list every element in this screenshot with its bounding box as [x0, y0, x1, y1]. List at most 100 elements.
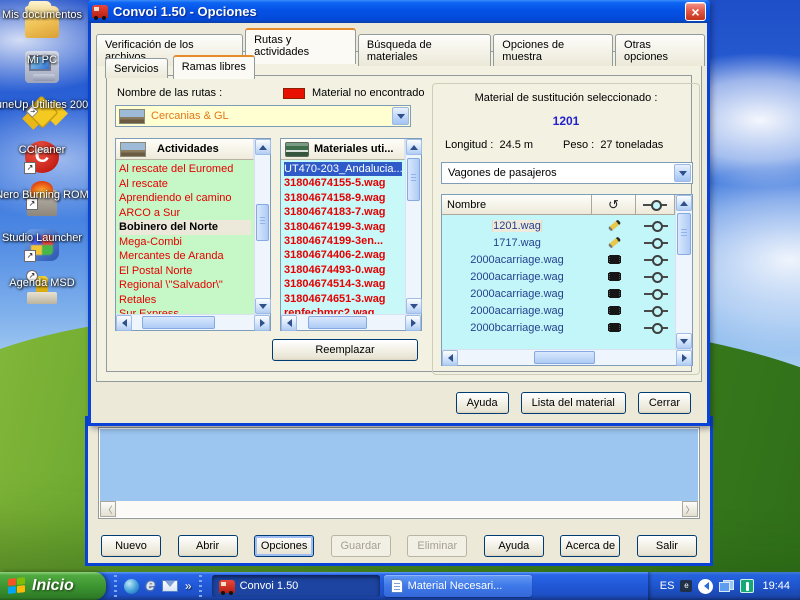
- material-item[interactable]: UT470-203_Andalucia...: [284, 162, 402, 176]
- main-window-button[interactable]: Ayuda: [484, 535, 544, 557]
- desktop-icon[interactable]: TuneUp Utilities 2007: [2, 96, 82, 128]
- activity-item[interactable]: Aprendiendo el camino: [119, 191, 251, 206]
- scroll-up-icon[interactable]: [676, 195, 692, 211]
- material-item[interactable]: 31804674183-7.wag: [284, 205, 402, 219]
- sub-tab[interactable]: Ramas libres: [173, 55, 255, 79]
- material-item[interactable]: 31804674651-3.wag: [284, 292, 402, 306]
- scroll-thumb[interactable]: [142, 316, 215, 329]
- activity-item[interactable]: Mega-Combi: [119, 235, 251, 250]
- activity-item[interactable]: Al rescate: [119, 177, 251, 192]
- hide-icons-chevron[interactable]: [698, 579, 713, 594]
- activity-item[interactable]: Regional \"Salvador\": [119, 278, 251, 293]
- network-icon[interactable]: [719, 580, 734, 592]
- activities-vscrollbar[interactable]: [254, 139, 270, 314]
- scroll-thumb[interactable]: [407, 158, 420, 201]
- material-item[interactable]: 31804674199-3.wag: [284, 220, 402, 234]
- main-window-button[interactable]: Eliminar: [407, 535, 467, 557]
- substitution-row[interactable]: 2000acarriage.wag: [442, 251, 675, 268]
- scroll-down-icon[interactable]: [676, 333, 692, 349]
- material-item[interactable]: 31804674514-3.wag: [284, 277, 402, 291]
- dialog-button[interactable]: Lista del material: [521, 392, 626, 414]
- scroll-thumb[interactable]: [534, 351, 595, 364]
- scroll-up-icon[interactable]: [406, 139, 422, 155]
- chevron-down-icon[interactable]: [674, 164, 691, 182]
- desktop-icon[interactable]: Agenda MSD: [2, 274, 82, 304]
- desktop-icon[interactable]: Nero Burning ROM: [2, 186, 82, 216]
- material-item[interactable]: 31804674493-0.wag: [284, 263, 402, 277]
- tab[interactable]: Opciones de muestra: [493, 34, 613, 66]
- scroll-left-icon[interactable]: [281, 315, 297, 331]
- main-window-button[interactable]: Abrir: [178, 535, 238, 557]
- tab[interactable]: Rutas y actividades: [245, 28, 356, 64]
- route-select[interactable]: Cercanias & GL: [115, 105, 411, 127]
- activity-item[interactable]: ARCO a Sur: [119, 206, 251, 221]
- main-window-button[interactable]: Salir: [637, 535, 697, 557]
- sub-tab[interactable]: Servicios: [105, 58, 168, 78]
- main-window-hscrollbar[interactable]: 〈 〉: [100, 501, 698, 517]
- scroll-right-icon[interactable]: [254, 315, 270, 331]
- tray-app-icon[interactable]: e: [680, 580, 692, 592]
- activity-item[interactable]: El Postal Norte: [119, 264, 251, 279]
- substitution-vscrollbar[interactable]: [675, 195, 692, 349]
- close-button[interactable]: ×: [685, 2, 706, 21]
- activity-item[interactable]: Retales: [119, 293, 251, 308]
- chevron-down-icon[interactable]: [392, 107, 409, 125]
- scroll-thumb[interactable]: [256, 204, 269, 241]
- outlook-express-icon[interactable]: [162, 580, 178, 592]
- substitution-row[interactable]: 1717.wag: [442, 234, 675, 251]
- materials-header[interactable]: Materiales uti...: [281, 139, 405, 160]
- activity-item[interactable]: Bobinero del Norte: [119, 220, 251, 235]
- activity-item[interactable]: Sur Express: [119, 307, 251, 314]
- start-button[interactable]: Inicio: [0, 572, 106, 600]
- dialog-button[interactable]: Cerrar: [638, 392, 691, 414]
- substitution-row[interactable]: 2000acarriage.wag: [442, 285, 675, 302]
- replace-button[interactable]: Reemplazar: [272, 339, 418, 361]
- column-direction[interactable]: ↺: [592, 195, 636, 215]
- messenger-icon[interactable]: [124, 579, 139, 594]
- materials-vscrollbar[interactable]: [405, 139, 421, 314]
- activities-header[interactable]: Actividades: [116, 139, 254, 160]
- codec-tray-icon[interactable]: [740, 579, 754, 593]
- scroll-right-icon[interactable]: [405, 315, 421, 331]
- substitution-row[interactable]: 2000acarriage.wag: [442, 268, 675, 285]
- desktop-icon[interactable]: Mis documentos: [2, 6, 82, 38]
- dialog-button[interactable]: Ayuda: [456, 392, 509, 414]
- dialog-titlebar[interactable]: Convoi 1.50 - Opciones ×: [88, 0, 710, 23]
- activity-item[interactable]: Mercantes de Aranda: [119, 249, 251, 264]
- material-item[interactable]: 31804674158-9.wag: [284, 191, 402, 205]
- language-indicator[interactable]: ES: [660, 580, 675, 592]
- scroll-thumb[interactable]: [677, 213, 691, 254]
- scroll-left-icon[interactable]: [442, 350, 458, 366]
- main-window-button[interactable]: Guardar: [331, 535, 391, 557]
- scroll-left-icon[interactable]: 〈: [100, 501, 116, 517]
- material-item[interactable]: 31804674406-2.wag: [284, 248, 402, 262]
- main-window-button[interactable]: Acerca de: [560, 535, 620, 557]
- scroll-thumb[interactable]: [308, 316, 367, 329]
- main-window-button[interactable]: Nuevo: [101, 535, 161, 557]
- substitution-hscrollbar[interactable]: [442, 349, 692, 365]
- scroll-up-icon[interactable]: [255, 139, 271, 155]
- substitution-row[interactable]: 2000acarriage.wag: [442, 302, 675, 319]
- scroll-right-icon[interactable]: [676, 350, 692, 366]
- main-window-button[interactable]: Opciones: [254, 535, 314, 557]
- substitution-row[interactable]: 2000bcarriage.wag: [442, 319, 675, 336]
- tab[interactable]: Búsqueda de materiales: [358, 34, 491, 66]
- main-window-list-area[interactable]: [100, 429, 698, 501]
- material-item[interactable]: 31804674199-3en...: [284, 234, 402, 248]
- scroll-down-icon[interactable]: [255, 298, 271, 314]
- task-button[interactable]: Material Necesari...: [384, 575, 532, 597]
- internet-explorer-icon[interactable]: e: [146, 577, 155, 595]
- tab[interactable]: Otras opciones: [615, 34, 705, 66]
- clock[interactable]: 19:44: [762, 580, 790, 592]
- materials-hscrollbar[interactable]: [281, 314, 421, 330]
- task-button[interactable]: Convoi 1.50: [212, 575, 380, 597]
- column-nombre[interactable]: Nombre: [442, 195, 592, 215]
- desktop-icon[interactable]: CCleaner: [2, 141, 82, 173]
- desktop-icon[interactable]: Studio Launcher: [2, 229, 82, 261]
- scroll-right-icon[interactable]: 〉: [682, 501, 698, 517]
- scroll-left-icon[interactable]: [116, 315, 132, 331]
- desktop-icon[interactable]: Mi PC: [2, 51, 82, 83]
- scroll-down-icon[interactable]: [406, 298, 422, 314]
- substitution-row[interactable]: 1201.wag: [442, 217, 675, 234]
- material-item[interactable]: renfecbmrc2.wag: [284, 306, 402, 314]
